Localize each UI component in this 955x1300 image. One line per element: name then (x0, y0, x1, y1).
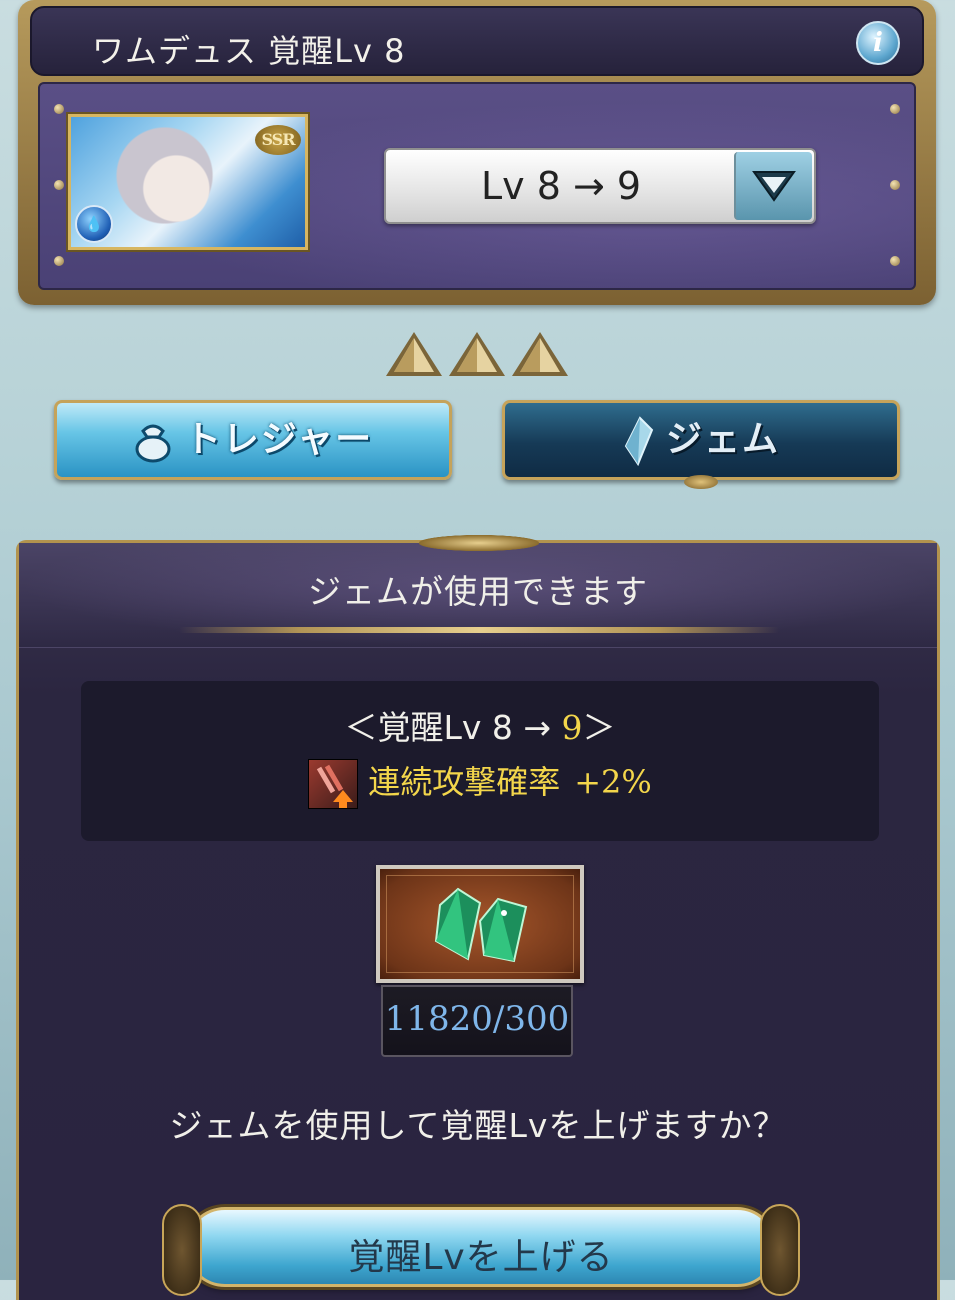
uncap-star-icon (449, 332, 505, 376)
confirm-question: ジェムを使用して覚醒Lvを上げますか？ (169, 1106, 787, 1145)
rivet-icon (54, 104, 64, 114)
ssr-rarity-badge: SSR (255, 125, 301, 155)
info-icon[interactable]: i (856, 21, 900, 65)
water-element-icon: 💧 (75, 205, 113, 243)
character-portrait[interactable]: SSR 💧 (68, 114, 308, 250)
uncap-level-change: ＜覚醒Lv 8 → 9＞ (81, 701, 879, 749)
rivet-icon (54, 256, 64, 266)
rivet-icon (890, 256, 900, 266)
uncap-star-icon (512, 332, 568, 376)
chevron-down-icon (752, 171, 796, 202)
tab-gem[interactable]: ジェム (502, 400, 900, 489)
tab-gem-text: ジェム (665, 419, 780, 460)
gem-count: 11820/300 (384, 999, 570, 1039)
page-title: ワムデュス 覚醒Lv 8 (92, 32, 406, 70)
level-suffix: ＞ (582, 708, 616, 747)
tab-treasure-text: トレジャー (184, 419, 374, 460)
level-target: 9 (561, 708, 583, 747)
gem-count-box: 11820/300 (381, 985, 573, 1057)
uncap-star-icon (386, 332, 442, 376)
uncap-stars (384, 330, 574, 382)
gem-uncap-dialog: ジェムが使用できます ＜覚醒Lv 8 → 9＞ 連続攻撃確率 +2% 11820/… (16, 535, 940, 1300)
uncap-level-select[interactable]: Lv 8 → 9 (384, 148, 816, 224)
header-divider (179, 627, 779, 633)
dropdown-arrow-button[interactable] (734, 152, 812, 220)
rivet-icon (890, 104, 900, 114)
title-bar: ワムデュス 覚醒Lv 8 i (30, 6, 924, 76)
uncap-bonus-box: ＜覚醒Lv 8 → 9＞ 連続攻撃確率 +2% (81, 681, 879, 841)
tab-treasure-label: トレジャー (57, 403, 449, 477)
dialog-header: ジェムが使用できます (19, 535, 937, 648)
level-select-value: Lv 8 → 9 (480, 164, 642, 208)
uncap-button[interactable]: 覚醒Lvを上げる (162, 1204, 800, 1296)
rivet-icon (54, 180, 64, 190)
emerald-gem-icon (434, 887, 528, 963)
top-ornament (419, 535, 539, 551)
bonus-effect-row: 連続攻撃確率 +2% (81, 757, 879, 809)
selected-tab-indicator (684, 475, 718, 489)
tab-gem-label: ジェム (505, 403, 897, 477)
level-prefix: ＜覚醒Lv 8 → (344, 708, 562, 747)
gem-crystal-icon (624, 416, 654, 466)
rivet-icon (890, 180, 900, 190)
multiattack-up-icon (308, 759, 359, 809)
dialog-title: ジェムが使用できます (308, 572, 648, 611)
gem-item-image (376, 865, 584, 983)
treasure-bag-icon (135, 424, 171, 463)
effect-value: +2% (574, 763, 652, 801)
tab-treasure[interactable]: トレジャー (54, 400, 452, 480)
uncap-button-label: 覚醒Lvを上げる (348, 1237, 614, 1278)
effect-label: 連続攻撃確率 (368, 763, 561, 801)
